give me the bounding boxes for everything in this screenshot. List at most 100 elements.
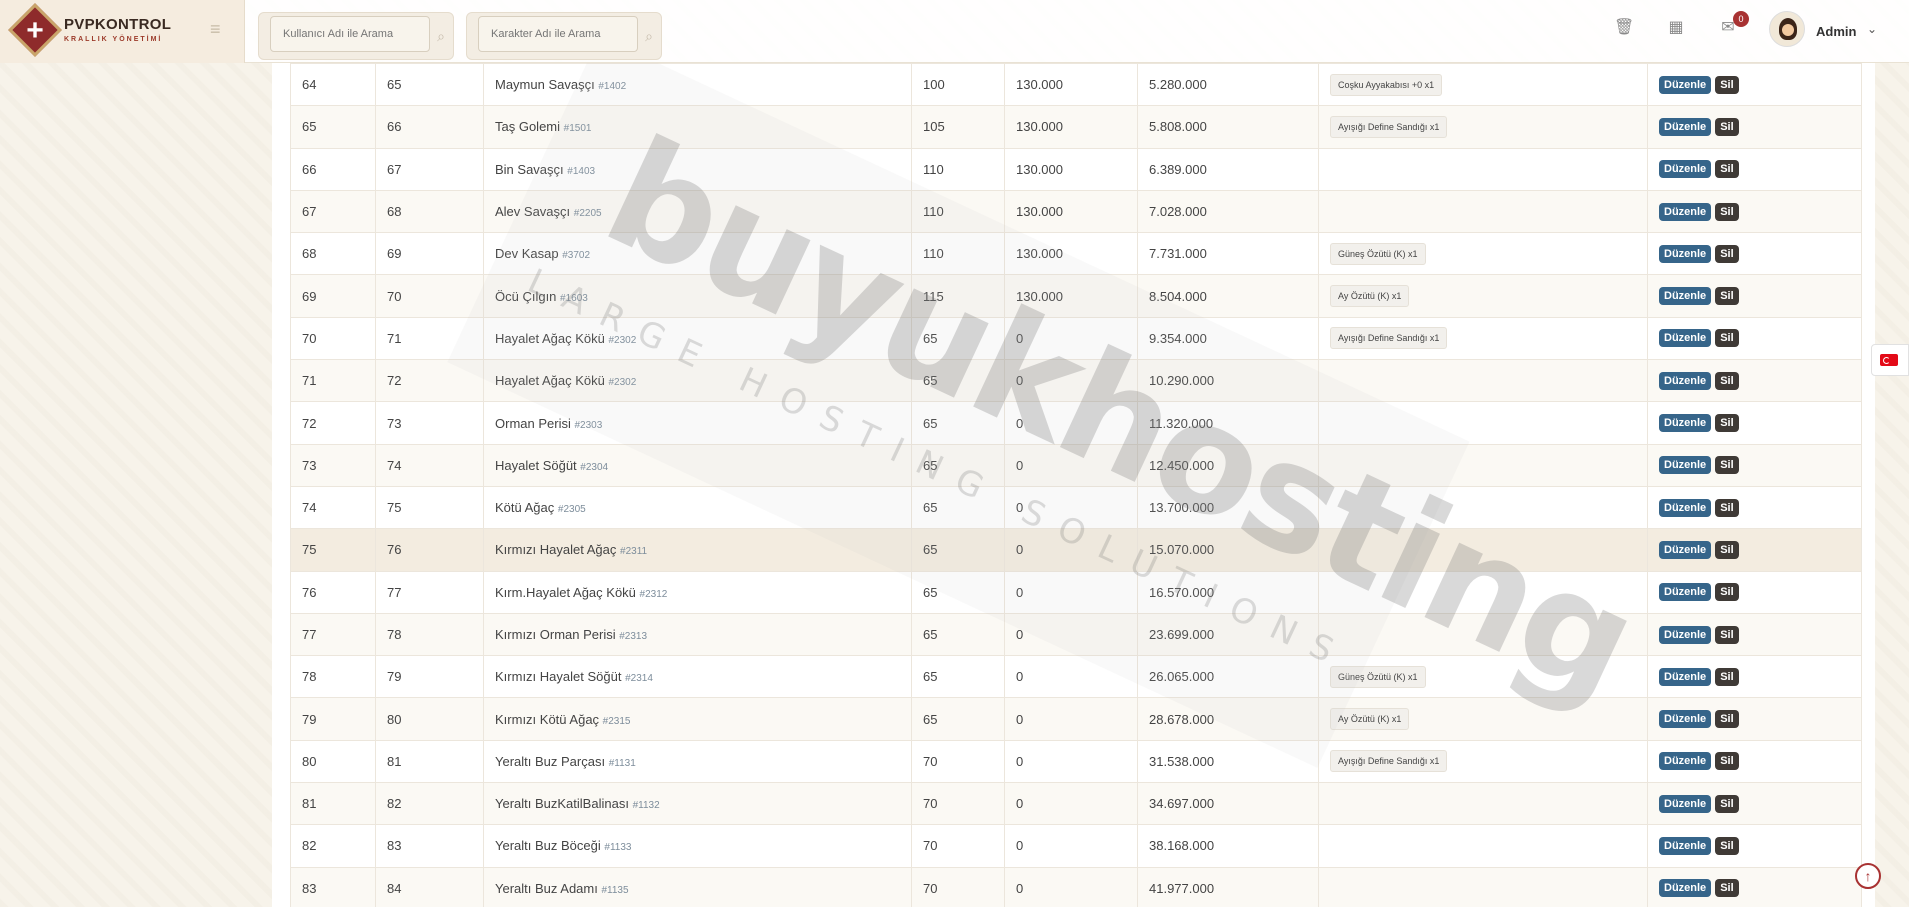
delete-button[interactable]: Sil bbox=[1715, 625, 1739, 644]
edit-button[interactable]: Düzenle bbox=[1659, 752, 1712, 771]
scroll-top-icon[interactable]: ↑ bbox=[1855, 863, 1881, 889]
exp-cell: 5.280.000 bbox=[1137, 62, 1319, 107]
mob-name: Yeraltı BuzKatilBalinası bbox=[495, 796, 629, 812]
avatar[interactable] bbox=[1769, 11, 1805, 47]
mob-cell: Kötü Ağaç #2305 bbox=[483, 485, 912, 530]
actions-cell: Düzenle Sil bbox=[1647, 189, 1862, 234]
count-cell: 105 bbox=[911, 105, 1005, 149]
reward-tag: Güneş Özütü (K) x1 bbox=[1330, 665, 1426, 688]
user-search-input[interactable] bbox=[270, 16, 430, 52]
search-icon[interactable]: ⌕ bbox=[437, 28, 445, 45]
delete-button[interactable]: Sil bbox=[1715, 160, 1739, 179]
actions-cell: Düzenle Sil bbox=[1647, 485, 1862, 530]
mob-id: #2302 bbox=[608, 334, 637, 346]
level-cell: 74 bbox=[375, 443, 484, 487]
edit-button[interactable]: Düzenle bbox=[1659, 117, 1712, 136]
edit-button[interactable]: Düzenle bbox=[1659, 879, 1712, 898]
mob-name: Öcü Çılgın bbox=[495, 288, 557, 304]
character-search-input[interactable] bbox=[478, 16, 638, 52]
edit-button[interactable]: Düzenle bbox=[1659, 710, 1712, 729]
mob-id: #2305 bbox=[557, 504, 586, 516]
edit-button[interactable]: Düzenle bbox=[1659, 329, 1712, 348]
delete-button[interactable]: Sil bbox=[1715, 202, 1739, 221]
mob-id: #2304 bbox=[580, 461, 609, 473]
gold-cell: 130.000 bbox=[1004, 105, 1138, 149]
gold-cell: 0 bbox=[1004, 528, 1138, 572]
mob-id: #1135 bbox=[601, 884, 629, 896]
reward-cell bbox=[1318, 612, 1648, 657]
brand-subtitle: KRALLIK YÖNETİMİ bbox=[64, 36, 163, 43]
turkey-flag-icon[interactable] bbox=[1871, 344, 1909, 376]
edit-button[interactable]: Düzenle bbox=[1659, 625, 1712, 644]
delete-button[interactable]: Sil bbox=[1715, 75, 1739, 94]
mob-cell: Yeraltı Buz Böceği #1133 bbox=[483, 824, 912, 868]
edit-button[interactable]: Düzenle bbox=[1659, 794, 1712, 813]
gold-cell: 0 bbox=[1004, 570, 1138, 614]
admin-name[interactable]: Admin bbox=[1816, 24, 1856, 39]
reward-cell: Ayışığı Define Sandığı x1 bbox=[1318, 105, 1648, 149]
trash-icon[interactable]: 🗑 bbox=[1614, 17, 1634, 37]
delete-button[interactable]: Sil bbox=[1715, 836, 1739, 855]
mob-name: Yeraltı Buz Parçası bbox=[495, 753, 606, 769]
edit-button[interactable]: Düzenle bbox=[1659, 287, 1712, 306]
table-row: 68 69 Dev Kasap #3702 110 130.000 7.731.000 Gü… bbox=[290, 232, 1862, 276]
edit-button[interactable]: Düzenle bbox=[1659, 244, 1712, 263]
delete-button[interactable]: Sil bbox=[1715, 414, 1739, 433]
exp-cell: 23.699.000 bbox=[1137, 612, 1319, 657]
delete-button[interactable]: Sil bbox=[1715, 879, 1739, 898]
chevron-down-icon[interactable]: ⌄ bbox=[1867, 22, 1877, 36]
count-cell: 65 bbox=[911, 401, 1005, 445]
actions-cell: Düzenle Sil bbox=[1647, 147, 1862, 191]
table-row: 83 84 Yeraltı Buz Adamı #1135 70 0 41.977.000… bbox=[290, 866, 1862, 907]
mob-name: Orman Perisi bbox=[495, 415, 571, 431]
edit-button[interactable]: Düzenle bbox=[1659, 414, 1712, 433]
mob-id: #2311 bbox=[620, 546, 648, 558]
mob-name: Kırmızı Orman Perisi bbox=[495, 627, 616, 642]
count-cell: 65 bbox=[911, 655, 1005, 699]
delete-button[interactable]: Sil bbox=[1715, 583, 1739, 602]
delete-button[interactable]: Sil bbox=[1715, 287, 1739, 306]
mob-cell: Orman Perisi #2303 bbox=[483, 401, 912, 445]
count-cell: 100 bbox=[911, 62, 1005, 107]
calendar-icon[interactable]: ▦ bbox=[1666, 17, 1686, 37]
table-row: 71 72 Hayalet Ağaç Kökü #2302 65 0 10.290.000… bbox=[290, 359, 1862, 403]
edit-button[interactable]: Düzenle bbox=[1659, 456, 1712, 475]
edit-button[interactable]: Düzenle bbox=[1659, 75, 1712, 94]
delete-button[interactable]: Sil bbox=[1715, 329, 1739, 348]
gold-cell: 0 bbox=[1004, 697, 1138, 741]
delete-button[interactable]: Sil bbox=[1715, 667, 1739, 686]
mob-id: #1133 bbox=[604, 842, 632, 854]
delete-button[interactable]: Sil bbox=[1715, 244, 1739, 263]
gold-cell: 130.000 bbox=[1004, 147, 1138, 191]
search-icon[interactable]: ⌕ bbox=[645, 28, 653, 45]
row-number: 83 bbox=[290, 866, 376, 907]
table-row: 74 75 Kötü Ağaç #2305 65 0 13.700.000 Düzenle S… bbox=[290, 485, 1862, 530]
delete-button[interactable]: Sil bbox=[1715, 456, 1739, 475]
edit-button[interactable]: Düzenle bbox=[1659, 498, 1712, 517]
delete-button[interactable]: Sil bbox=[1715, 710, 1739, 729]
gold-cell: 0 bbox=[1004, 359, 1138, 403]
menu-toggle-icon[interactable]: ≡ bbox=[210, 20, 226, 38]
mob-name: Bin Savaşçı bbox=[495, 161, 564, 177]
edit-button[interactable]: Düzenle bbox=[1659, 371, 1712, 390]
edit-button[interactable]: Düzenle bbox=[1659, 667, 1712, 686]
edit-button[interactable]: Düzenle bbox=[1659, 202, 1712, 221]
brand-area[interactable]: + PVPKONTROL KRALLIK YÖNETİMİ bbox=[0, 0, 245, 63]
delete-button[interactable]: Sil bbox=[1715, 371, 1739, 390]
count-cell: 70 bbox=[911, 739, 1005, 784]
edit-button[interactable]: Düzenle bbox=[1659, 540, 1712, 559]
delete-button[interactable]: Sil bbox=[1715, 794, 1739, 813]
delete-button[interactable]: Sil bbox=[1715, 540, 1739, 559]
level-cell: 71 bbox=[375, 316, 484, 361]
delete-button[interactable]: Sil bbox=[1715, 498, 1739, 517]
mob-id: #2303 bbox=[574, 419, 603, 431]
edit-button[interactable]: Düzenle bbox=[1659, 836, 1712, 855]
reward-cell bbox=[1318, 359, 1648, 403]
delete-button[interactable]: Sil bbox=[1715, 752, 1739, 771]
delete-button[interactable]: Sil bbox=[1715, 117, 1739, 136]
edit-button[interactable]: Düzenle bbox=[1659, 583, 1712, 602]
reward-tag: Ayışığı Define Sandığı x1 bbox=[1330, 750, 1448, 773]
edit-button[interactable]: Düzenle bbox=[1659, 160, 1712, 179]
exp-cell: 34.697.000 bbox=[1137, 782, 1319, 826]
mob-name: Hayalet Ağaç Kökü bbox=[495, 330, 605, 346]
